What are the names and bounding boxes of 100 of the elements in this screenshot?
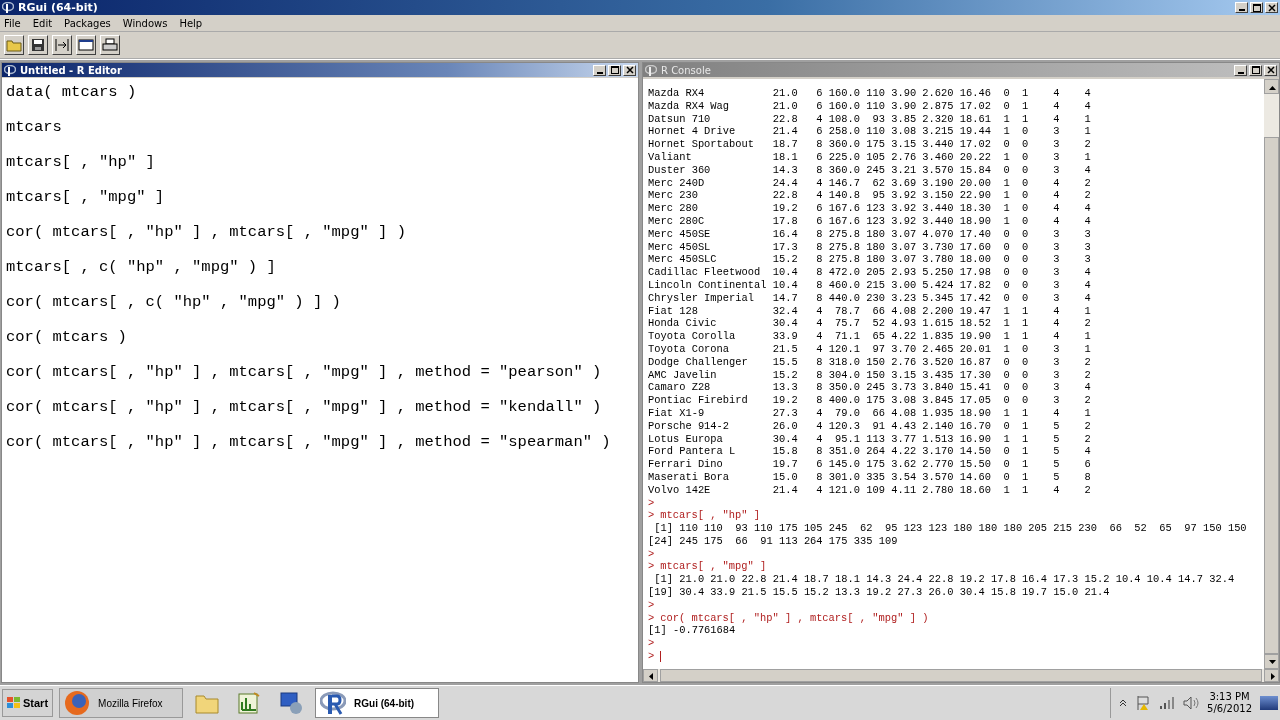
console-output: [1] 110 110 93 110 175 105 245 62 95 123 123 180 180 180 205 215 230 66 52 65 97 150 150 bbox=[653, 522, 1248, 535]
minimize-icon bbox=[596, 71, 603, 74]
console-output: Hornet 4 Drive 21.4 6 258.0 110 3.08 3.215 19.44 1 0 3 1 bbox=[648, 125, 1092, 139]
menu-item[interactable]: Edit bbox=[32, 17, 53, 29]
close-icon bbox=[1267, 3, 1276, 12]
code-line: data( mtcars ) bbox=[6, 82, 138, 103]
maximize-icon bbox=[1251, 66, 1260, 74]
console-output: Duster 360 14.3 8 360.0 245 3.21 3.570 15.84 0 0 3 4 bbox=[648, 163, 1092, 177]
code-line: cor( mtcars[ , "hp" ] , mtcars[ , "mpg" ] , method = "spearman" ) bbox=[6, 432, 612, 453]
console-output: [1] 21.0 21.0 22.8 21.4 18.7 18.1 14.3 24.4 22.8 19.2 17.8 16.4 17.3 15.2 10.4 10.4 14.7 32.4 bbox=[653, 573, 1236, 587]
code-line: cor( mtcars ) bbox=[6, 327, 128, 348]
start-button[interactable]: Start bbox=[2, 689, 54, 717]
console-command: mtcars[ , "hp" ] bbox=[660, 509, 761, 522]
monitor-icon bbox=[278, 691, 305, 715]
clock-time: 3:13 PM bbox=[1209, 691, 1250, 703]
window-icon bbox=[78, 38, 94, 52]
console-output: Merc 230 22.8 4 140.8 95 3.92 3.150 22.90 1 0 4 2 bbox=[648, 189, 1092, 203]
editor-title: Untitled - R Editor bbox=[20, 64, 123, 76]
speaker-icon[interactable] bbox=[1183, 696, 1200, 710]
code-line: cor( mtcars[ , "hp" ] , mtcars[ , "mpg" ] , method = "kendall" ) bbox=[6, 397, 603, 418]
console-output: Merc 450SL 17.3 8 275.8 180 3.07 3.730 17.60 0 0 3 3 bbox=[648, 240, 1092, 254]
signal-bars-icon[interactable] bbox=[1159, 696, 1176, 710]
console-output: Mazda RX4 21.0 6 160.0 110 3.90 2.620 16.46 0 1 4 4 bbox=[648, 87, 1092, 100]
console-title: R Console bbox=[661, 64, 712, 76]
console-output: Camaro Z28 13.3 8 350.0 245 3.73 3.840 15.41 0 0 3 4 bbox=[648, 381, 1092, 395]
console-output: Fiat 128 32.4 4 78.7 66 4.08 2.200 19.47 1 1 4 1 bbox=[648, 304, 1092, 318]
console-output: Merc 280C 17.8 6 167.6 123 3.92 3.440 18.90 1 0 4 4 bbox=[648, 214, 1092, 228]
show-desktop-button[interactable] bbox=[1260, 696, 1278, 710]
console-output: Merc 280 19.2 6 167.6 123 3.92 3.440 18.30 1 0 4 4 bbox=[648, 202, 1092, 215]
console-output: [24] 245 175 66 91 113 264 175 335 109 bbox=[648, 534, 899, 548]
close-icon bbox=[1266, 66, 1275, 74]
console-output: Datsun 710 22.8 4 108.0 93 3.85 2.320 18.61 1 1 4 1 bbox=[648, 112, 1092, 126]
open-script-button[interactable] bbox=[4, 35, 24, 55]
console-output: Honda Civic 30.4 4 75.7 52 4.93 1.615 18.52 1 1 4 2 bbox=[648, 317, 1092, 331]
maximize-icon bbox=[610, 66, 619, 74]
close-button[interactable] bbox=[1265, 2, 1278, 13]
flag-warning-icon[interactable] bbox=[1135, 695, 1152, 711]
menu-item[interactable]: Packages bbox=[64, 17, 111, 29]
menu-item[interactable]: File bbox=[4, 17, 21, 29]
code-line: cor( mtcars[ , c( "hp" , "mpg" ) ] ) bbox=[6, 292, 342, 313]
maximize-button[interactable] bbox=[608, 64, 621, 76]
taskbar-button[interactable]: Mozilla Firefox bbox=[59, 688, 184, 718]
console-output: Hornet Sportabout 18.7 8 360.0 175 3.15 3.440 17.02 0 0 3 2 bbox=[648, 138, 1092, 151]
console-output: Fiat X1-9 27.3 4 79.0 66 4.08 1.935 18.90 1 1 4 1 bbox=[648, 406, 1092, 420]
save-button[interactable] bbox=[28, 35, 48, 55]
code-line: mtcars[ , c( "hp" , "mpg" ) ] bbox=[6, 257, 277, 278]
console-output: AMC Javelin 15.2 8 304.0 150 3.15 3.435 17.30 0 0 3 2 bbox=[648, 368, 1092, 382]
window-button[interactable] bbox=[76, 35, 96, 55]
code-line: cor( mtcars[ , "hp" ] , mtcars[ , "mpg" ] , method = "pearson" ) bbox=[6, 362, 603, 383]
console-output: Lotus Europa 30.4 4 95.1 113 3.77 1.513 16.90 1 1 5 2 bbox=[648, 432, 1092, 446]
globe-icon bbox=[64, 690, 91, 716]
console-output: Ferrari Dino 19.7 6 145.0 175 3.62 2.770 15.50 0 1 5 6 bbox=[648, 458, 1092, 471]
printer-icon bbox=[102, 38, 118, 52]
console-output: Chrysler Imperial 14.7 8 440.0 230 3.23 5.345 17.42 0 0 3 4 bbox=[648, 291, 1092, 305]
maximize-button[interactable] bbox=[1250, 2, 1263, 13]
console-output: Merc 450SLC 15.2 8 275.8 180 3.07 3.780 18.00 0 0 3 3 bbox=[648, 253, 1092, 267]
code-line: mtcars[ , "hp" ] bbox=[6, 152, 156, 173]
minimize-icon bbox=[1237, 71, 1244, 74]
minimize-icon bbox=[1238, 9, 1245, 11]
taskbar-button[interactable]: RGui (64-bit) bbox=[315, 688, 440, 718]
console-output: Lincoln Continental 10.4 8 460.0 215 3.00 5.424 17.82 0 0 3 4 bbox=[648, 278, 1092, 292]
console-output: Valiant 18.1 6 225.0 105 2.76 3.460 20.22 1 0 3 1 bbox=[648, 151, 1092, 164]
text-cursor bbox=[660, 650, 662, 662]
windows-logo-icon bbox=[7, 697, 21, 709]
console-output: Merc 240D 24.4 4 146.7 62 3.69 3.190 20.00 1 0 4 2 bbox=[648, 176, 1092, 190]
folder-icon bbox=[6, 38, 22, 52]
console-command: cor( mtcars[ , "hp" ] , mtcars[ , "mpg" ] ) bbox=[660, 611, 929, 624]
close-icon bbox=[625, 66, 634, 74]
prompt-symbol: > bbox=[648, 547, 655, 560]
load-workspace-button[interactable] bbox=[52, 35, 72, 55]
console-output: Toyota Corolla 33.9 4 71.1 65 4.22 1.835 19.90 1 1 4 1 bbox=[648, 330, 1092, 343]
menu-item[interactable]: Windows bbox=[122, 17, 168, 29]
code-line: mtcars bbox=[6, 117, 63, 138]
prompt-symbol: > bbox=[648, 611, 655, 624]
minimize-button[interactable] bbox=[593, 64, 606, 76]
clock[interactable]: 3:13 PM 5/6/2012 bbox=[1207, 691, 1252, 715]
console-output: Mazda RX4 Wag 21.0 6 160.0 110 3.90 2.875 17.02 0 1 4 4 bbox=[648, 99, 1092, 113]
arrow-into-bracket-icon bbox=[54, 38, 70, 52]
console-output: [1] -0.7761684 bbox=[648, 624, 737, 638]
prompt-symbol: > bbox=[648, 509, 655, 522]
console-output: [19] 30.4 33.9 21.5 15.5 15.2 13.3 19.2 27.3 26.0 30.4 15.8 19.7 15.0 21.4 bbox=[648, 586, 1111, 599]
chevron-icon[interactable] bbox=[1119, 697, 1128, 709]
code-line: cor( mtcars[ , "hp" ] , mtcars[ , "mpg" ] ) bbox=[6, 222, 407, 243]
prompt-symbol: > bbox=[648, 560, 655, 573]
prompt-symbol: > bbox=[648, 496, 655, 509]
menu-item[interactable]: Help bbox=[179, 17, 203, 29]
console-output: Volvo 142E 21.4 4 121.0 109 4.11 2.780 18.60 1 1 4 2 bbox=[648, 483, 1092, 497]
prompt-symbol: > bbox=[648, 650, 655, 663]
console-output: Toyota Corona 21.5 4 120.1 97 3.70 2.465 20.01 1 0 3 1 bbox=[648, 342, 1092, 356]
close-button[interactable] bbox=[623, 64, 636, 76]
prompt-symbol: > bbox=[648, 637, 655, 650]
console-command: mtcars[ , "mpg" ] bbox=[660, 560, 767, 573]
console-output: Maserati Bora 15.0 8 301.0 335 3.54 3.570 14.60 0 1 5 8 bbox=[648, 470, 1092, 484]
console-output: Pontiac Firebird 19.2 8 400.0 175 3.08 3.845 17.05 0 0 3 2 bbox=[648, 394, 1092, 407]
console-output: Cadillac Fleetwood 10.4 8 472.0 205 2.93 5.250 17.98 0 0 3 4 bbox=[648, 266, 1092, 279]
code-line: mtcars[ , "mpg" ] bbox=[6, 187, 166, 208]
clock-date: 5/6/2012 bbox=[1207, 703, 1252, 715]
minimize-button[interactable] bbox=[1235, 2, 1248, 13]
print-button[interactable] bbox=[100, 35, 120, 55]
chart-pencil-icon bbox=[237, 691, 262, 715]
